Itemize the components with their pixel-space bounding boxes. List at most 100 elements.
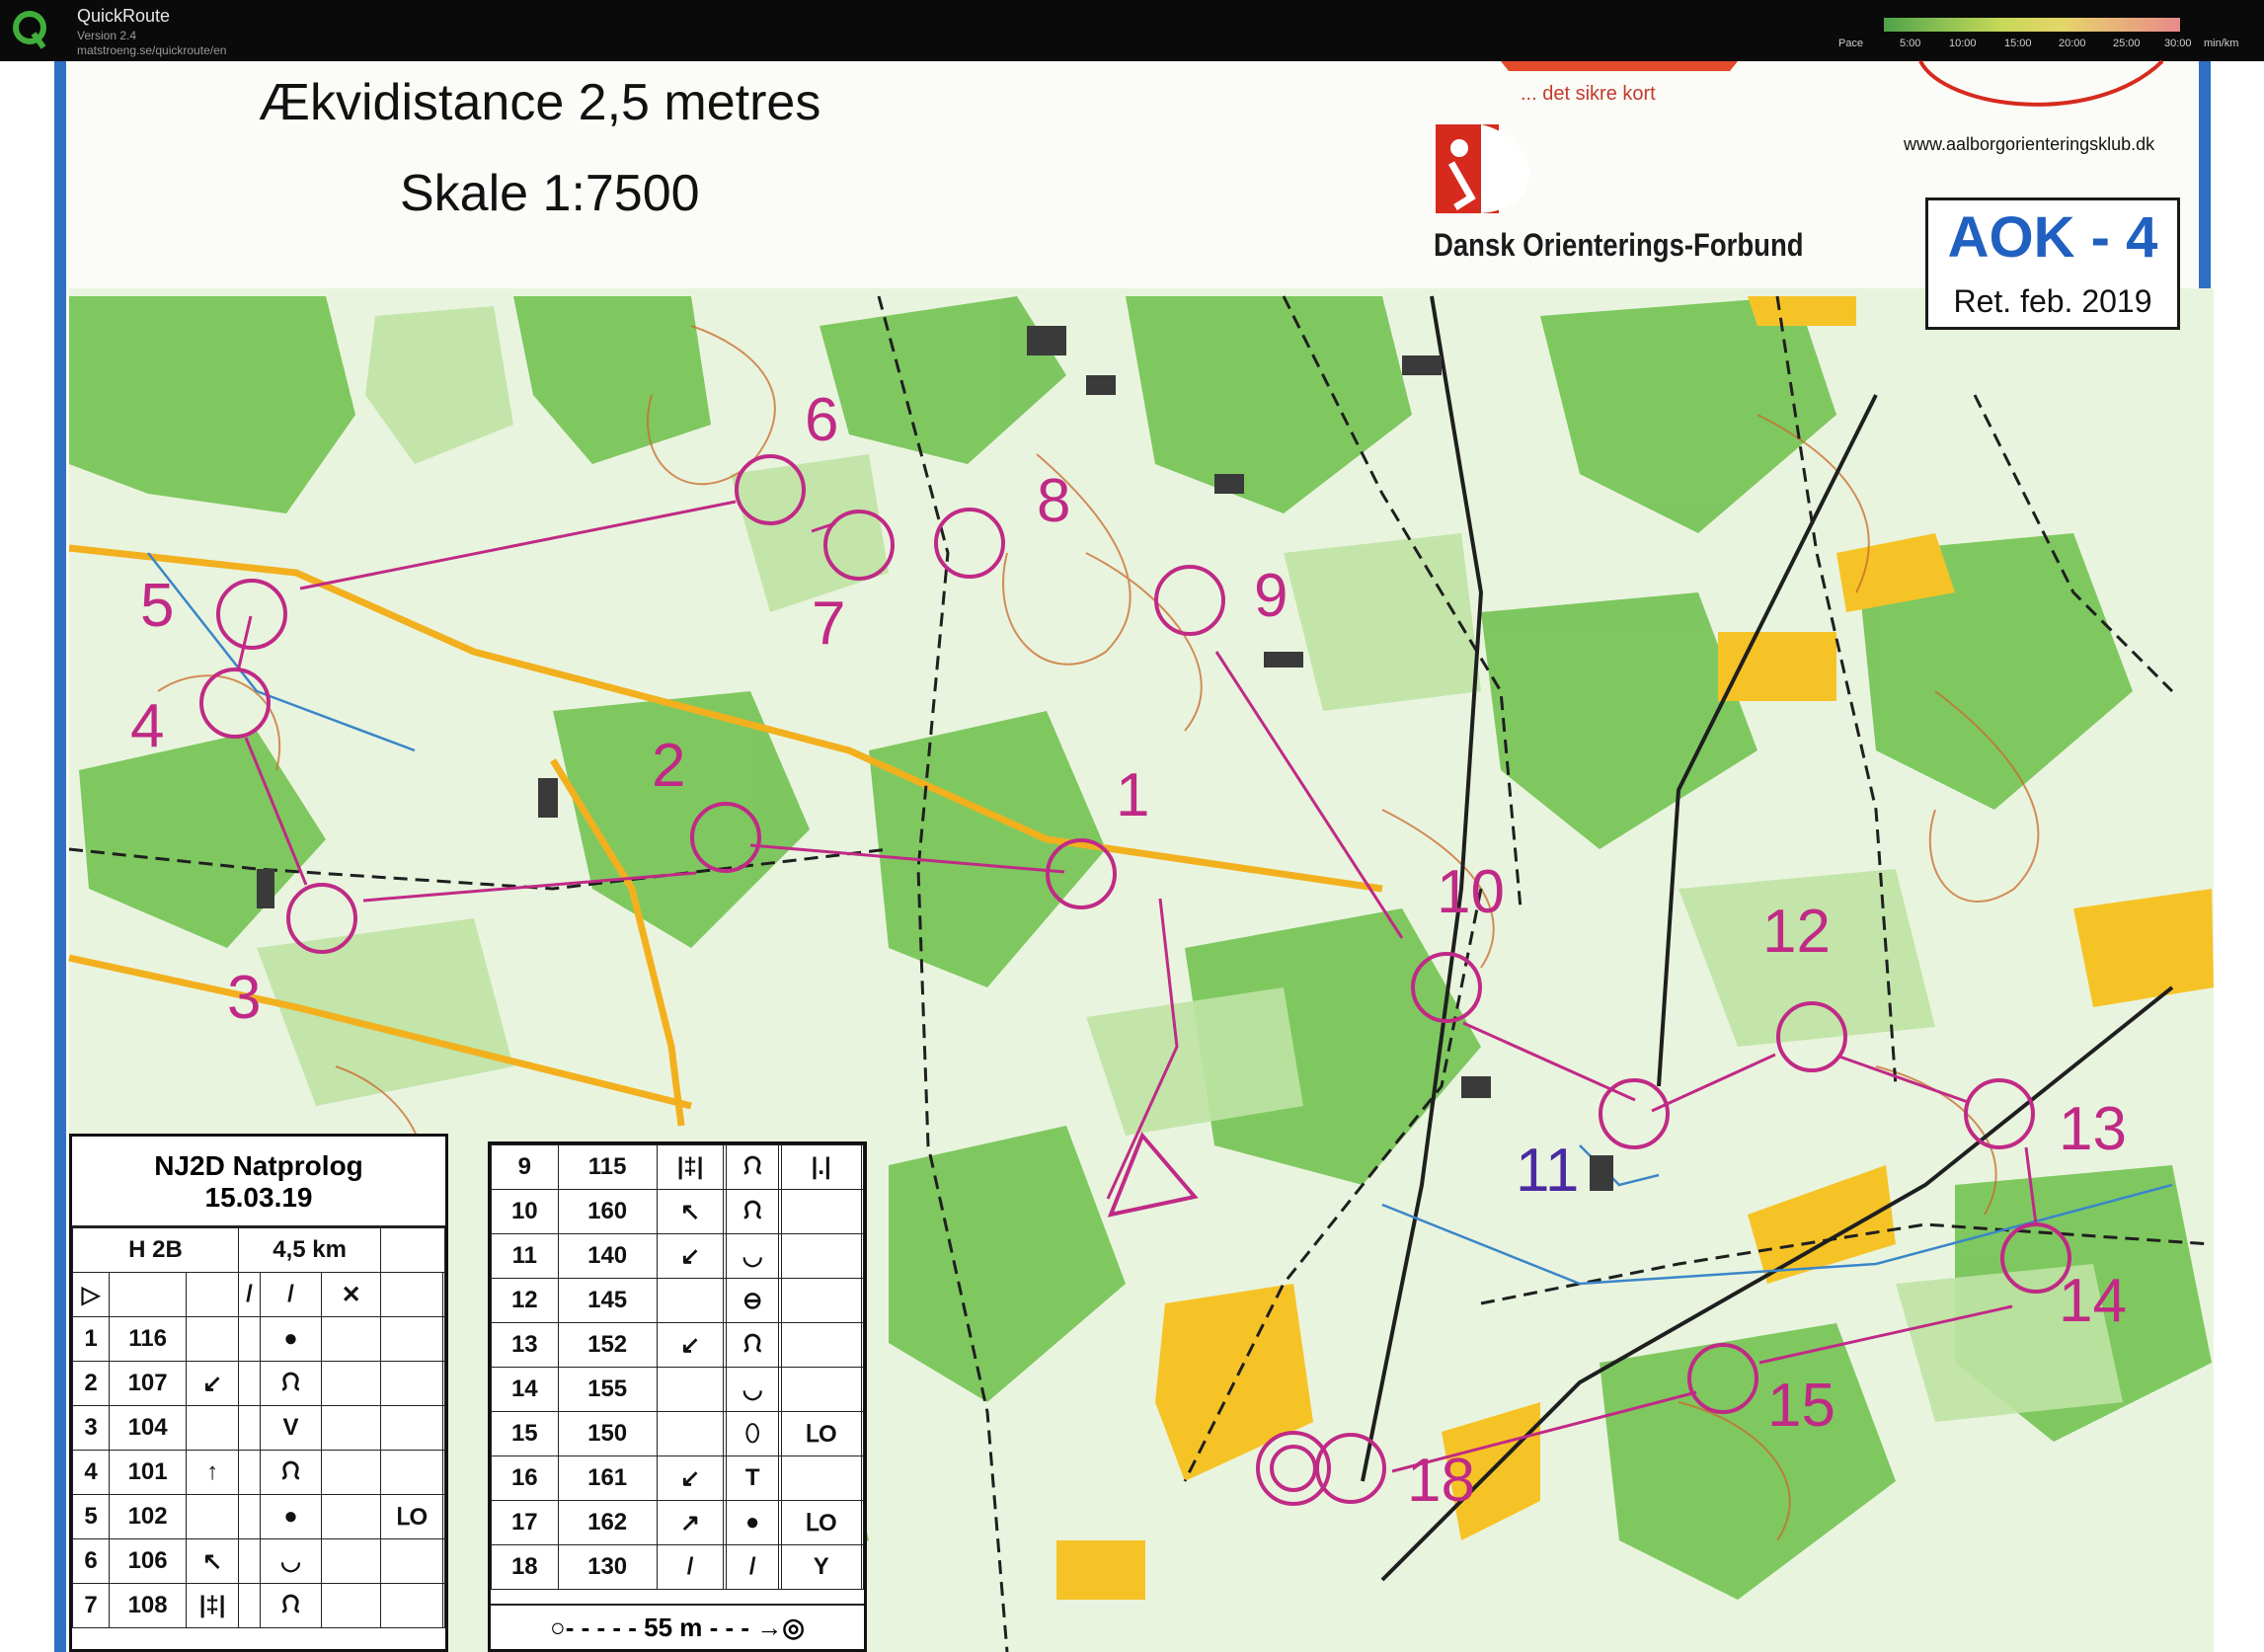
cross-icon: ✕ (321, 1272, 382, 1317)
description-row: 17 162 ↗ ● ᒪO (491, 1500, 864, 1545)
feature-symbol: / (725, 1544, 780, 1590)
control-number: 12 (491, 1278, 559, 1323)
col-d (238, 1361, 261, 1406)
feature-symbol: ◡ (259, 1538, 323, 1584)
federation-name: Dansk Orienterings-Forbund (1434, 227, 1804, 263)
description-row: 1 116 ● (71, 1316, 445, 1362)
control-number: 6 (71, 1538, 111, 1584)
location-symbol (380, 1450, 444, 1495)
feature-symbol: ⬯ (725, 1411, 780, 1456)
control-description-right: 9 115 |‡| ᙁ |.| 10 160 ↖ ᙁ 11 140 ↙ ◡ 12 145 ⊖ 13 152 ↙ ᙁ 14… (488, 1141, 867, 1652)
direction-symbol: ↙ (656, 1455, 725, 1501)
location-symbol: ᒪO (780, 1500, 862, 1545)
control-label-18: 18 (1407, 1447, 1475, 1515)
direction-symbol: ↖ (186, 1538, 240, 1584)
direction-symbol: ↗ (656, 1500, 725, 1545)
col-f (321, 1316, 382, 1362)
location-symbol (380, 1583, 444, 1628)
location-symbol (380, 1361, 444, 1406)
control-number: 17 (491, 1500, 559, 1545)
feature-symbol: ᙁ (259, 1361, 323, 1406)
col-h (860, 1500, 864, 1545)
control-label-15: 15 (1767, 1372, 1835, 1440)
control-code: 145 (557, 1278, 658, 1323)
location-symbol (780, 1367, 862, 1412)
description-row: 15 150 ⬯ ᒪO (491, 1411, 864, 1456)
col-d (238, 1538, 261, 1584)
club-seal-icon (1918, 59, 2164, 107)
control-code: 104 (109, 1405, 188, 1451)
col-h (860, 1189, 864, 1234)
col-d (238, 1494, 261, 1539)
col-h (442, 1405, 445, 1451)
feature-symbol: ● (725, 1500, 780, 1545)
sponsor-tagline: ... det sikre kort (1521, 83, 1656, 105)
feature-symbol: ◡ (725, 1233, 780, 1279)
col-d (238, 1405, 261, 1451)
col-h (860, 1278, 864, 1323)
description-row: 16 161 ↙ T (491, 1455, 864, 1501)
control-number: 3 (71, 1405, 111, 1451)
col-f (321, 1538, 382, 1584)
control-code: 162 (557, 1500, 658, 1545)
control-code: 152 (557, 1322, 658, 1368)
location-symbol: Y (780, 1544, 862, 1590)
control-label-6: 6 (805, 386, 839, 454)
control-code: 150 (557, 1411, 658, 1456)
sponsor-logo (1501, 61, 1738, 71)
direction-symbol: ↙ (186, 1361, 240, 1406)
event-title: NJ2D Natprolog (154, 1150, 363, 1181)
control-code: 160 (557, 1189, 658, 1234)
control-label-2: 2 (652, 732, 686, 800)
control-code: 115 (557, 1144, 658, 1190)
control-label-5: 5 (140, 572, 175, 640)
location-symbol: ᒪO (380, 1494, 444, 1539)
location-symbol (780, 1455, 862, 1501)
description-rows-left: 1 116 ● 2 107 ↙ ᙁ 3 104 V 4 101 ↑ ᙁ 5 102 ● ᒪO 6 106 ↖ ◡ 7 108 |… (71, 1316, 445, 1628)
location-symbol (780, 1322, 862, 1368)
col-f (321, 1405, 382, 1451)
description-row: 4 101 ↑ ᙁ (71, 1450, 445, 1495)
control-number: 15 (491, 1411, 559, 1456)
control-description-left: NJ2D Natprolog 15.03.19 H 2B 4,5 km ▷ / … (69, 1134, 448, 1652)
col-h (442, 1494, 445, 1539)
control-label-13: 13 (2059, 1095, 2127, 1163)
direction-symbol: ↑ (186, 1450, 240, 1495)
control-code: 116 (109, 1316, 188, 1362)
feature-symbol: ● (259, 1316, 323, 1362)
feature-symbol: ◡ (725, 1367, 780, 1412)
feature-symbol: ᙁ (259, 1583, 323, 1628)
col-h (860, 1144, 864, 1190)
col-h (442, 1316, 445, 1362)
col-f (321, 1494, 382, 1539)
feature-symbol: T (725, 1455, 780, 1501)
col-h (442, 1538, 445, 1584)
description-row: 3 104 V (71, 1405, 445, 1451)
col-d (238, 1450, 261, 1495)
scale-label: Skale 1:7500 (400, 165, 700, 222)
col-f (321, 1583, 382, 1628)
map-name: AOK - 4 (1947, 205, 2158, 270)
control-label-10: 10 (1437, 858, 1505, 926)
control-label-1: 1 (1116, 761, 1150, 829)
direction-symbol: / (656, 1544, 725, 1590)
description-row: 14 155 ◡ (491, 1367, 864, 1412)
description-row: 5 102 ● ᒪO (71, 1494, 445, 1539)
control-label-8: 8 (1037, 467, 1071, 535)
feature-symbol: ᙁ (725, 1144, 780, 1190)
federation-logo-icon (1436, 124, 1529, 213)
course-length: 4,5 km (238, 1227, 382, 1273)
direction-symbol (656, 1367, 725, 1412)
feature-symbol: ᙁ (725, 1322, 780, 1368)
col-h (860, 1455, 864, 1501)
direction-symbol (186, 1316, 240, 1362)
direction-symbol (656, 1411, 725, 1456)
finish-description: ○- - - - - 55 m - - - →◎ (491, 1604, 864, 1649)
location-symbol: |.| (780, 1144, 862, 1190)
map-revision: Ret. feb. 2019 (1953, 283, 2152, 319)
col-h (442, 1361, 445, 1406)
location-symbol (780, 1189, 862, 1234)
direction-symbol (186, 1494, 240, 1539)
feature-symbol: V (259, 1405, 323, 1451)
club-url[interactable]: www.aalborgorienteringsklub.dk (1904, 134, 2154, 155)
